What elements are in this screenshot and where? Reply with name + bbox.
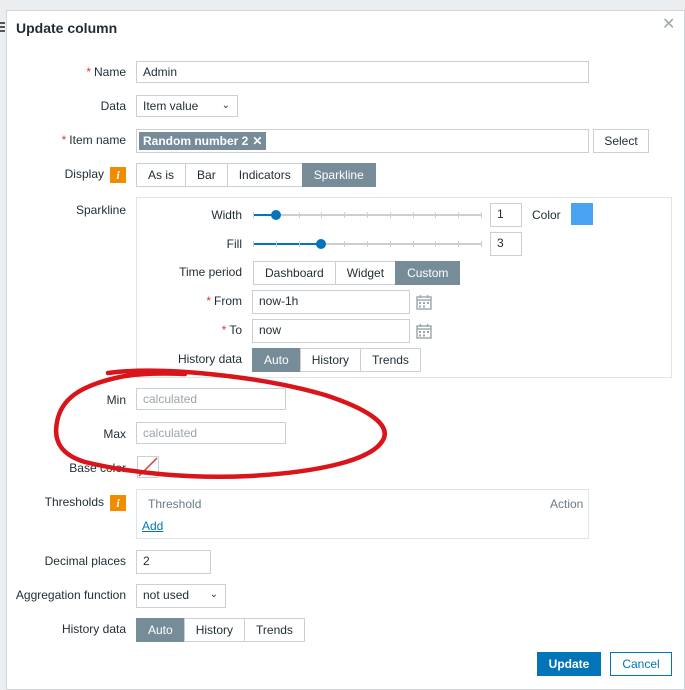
display-option-bar[interactable]: Bar [185,163,228,187]
name-input[interactable]: Admin [136,61,589,83]
decimal-places-label: Decimal places [44,554,126,568]
aggregation-label: Aggregation function [15,588,126,602]
fill-input[interactable]: 3 [490,232,522,256]
color-label: Color [532,208,561,222]
time-period-option-widget[interactable]: Widget [334,261,397,285]
slider-handle[interactable] [316,239,327,249]
from-label: * From [206,294,242,308]
chevron-down-icon: ⌄ [221,100,230,111]
width-slider[interactable] [253,209,482,221]
slider-tick [481,241,482,247]
slider-handle[interactable] [270,210,281,220]
display-option-indicators[interactable]: Indicators [226,163,303,187]
display-label: Display [64,167,104,181]
slider-tick [367,241,368,247]
update-button[interactable]: Update [537,652,601,676]
history-data-segmented: Auto History Trends [136,618,305,642]
info-icon[interactable]: i [110,495,126,511]
thresholds-panel [136,489,589,539]
history-data-label: History data [61,622,126,636]
cancel-button[interactable]: Cancel [610,652,672,676]
close-icon[interactable]: ✕ [662,14,675,34]
slider-tick [413,241,414,247]
data-select[interactable]: Item value ⌄ [136,95,238,117]
sparkline-width-label: Width [211,208,242,222]
select-item-button[interactable]: Select [593,129,649,153]
time-period-label: Time period [179,265,242,279]
add-threshold-link[interactable]: Add [142,519,163,533]
slider-tick [413,212,414,218]
slider-tick [276,241,277,247]
fill-slider[interactable] [253,238,482,250]
slider-tick [390,212,391,218]
threshold-column-header: Threshold [148,497,202,511]
slider-tick [253,241,254,247]
slider-tick [435,241,436,247]
remove-tag-icon[interactable]: ✕ [252,134,262,148]
sparkline-fill-label: Fill [226,237,242,251]
item-tag-label: Random number 2 [143,134,249,148]
annotation-circle [53,368,387,480]
slider-tick [321,212,322,218]
history-option-history[interactable]: History [183,618,246,642]
slider-tick [367,212,368,218]
item-tag: Random number 2 ✕ [139,132,267,150]
slider-tick [344,212,345,218]
slider-tick [458,212,459,218]
time-period-option-custom[interactable]: Custom [395,261,461,285]
calendar-icon[interactable] [416,294,432,310]
slider-tick [481,212,482,218]
decimal-places-input[interactable]: 2 [136,550,211,574]
info-icon[interactable]: i [110,167,126,183]
slider-tick [299,241,300,247]
display-segmented: As is Bar Indicators Sparkline [136,163,376,187]
history-option-trends[interactable]: Trends [244,618,305,642]
to-label: * To [221,323,242,337]
history-option-auto[interactable]: Auto [136,618,185,642]
action-column-header: Action [550,497,584,511]
slider-tick [435,212,436,218]
from-input[interactable]: now-1h [252,290,410,314]
slider-tick [458,241,459,247]
menu-icon [0,22,5,32]
thresholds-label: Thresholds [44,495,104,509]
sparkline-color-picker[interactable] [571,203,593,225]
item-name-label: * Item name [61,133,126,147]
data-label: Data [100,99,126,113]
slider-tick [344,241,345,247]
data-select-value: Item value [143,99,199,113]
sparkline-label: Sparkline [75,203,126,217]
dialog-title: Update column [16,20,118,36]
to-input[interactable]: now [252,319,410,343]
slider-tick [299,212,300,218]
name-label: * Name [86,65,126,79]
display-option-sparkline[interactable]: Sparkline [301,163,376,187]
chevron-down-icon: ⌄ [209,589,218,600]
display-option-as-is[interactable]: As is [136,163,187,187]
time-period-option-dashboard[interactable]: Dashboard [253,261,336,285]
width-input[interactable]: 1 [490,203,522,227]
calendar-icon[interactable] [416,323,432,339]
slider-tick [253,212,254,218]
aggregation-select-value: not used [143,588,190,602]
aggregation-select[interactable]: not used ⌄ [136,584,226,608]
time-period-segmented: Dashboard Widget Custom [253,261,461,285]
slider-tick [390,241,391,247]
slider-fill [253,243,322,245]
